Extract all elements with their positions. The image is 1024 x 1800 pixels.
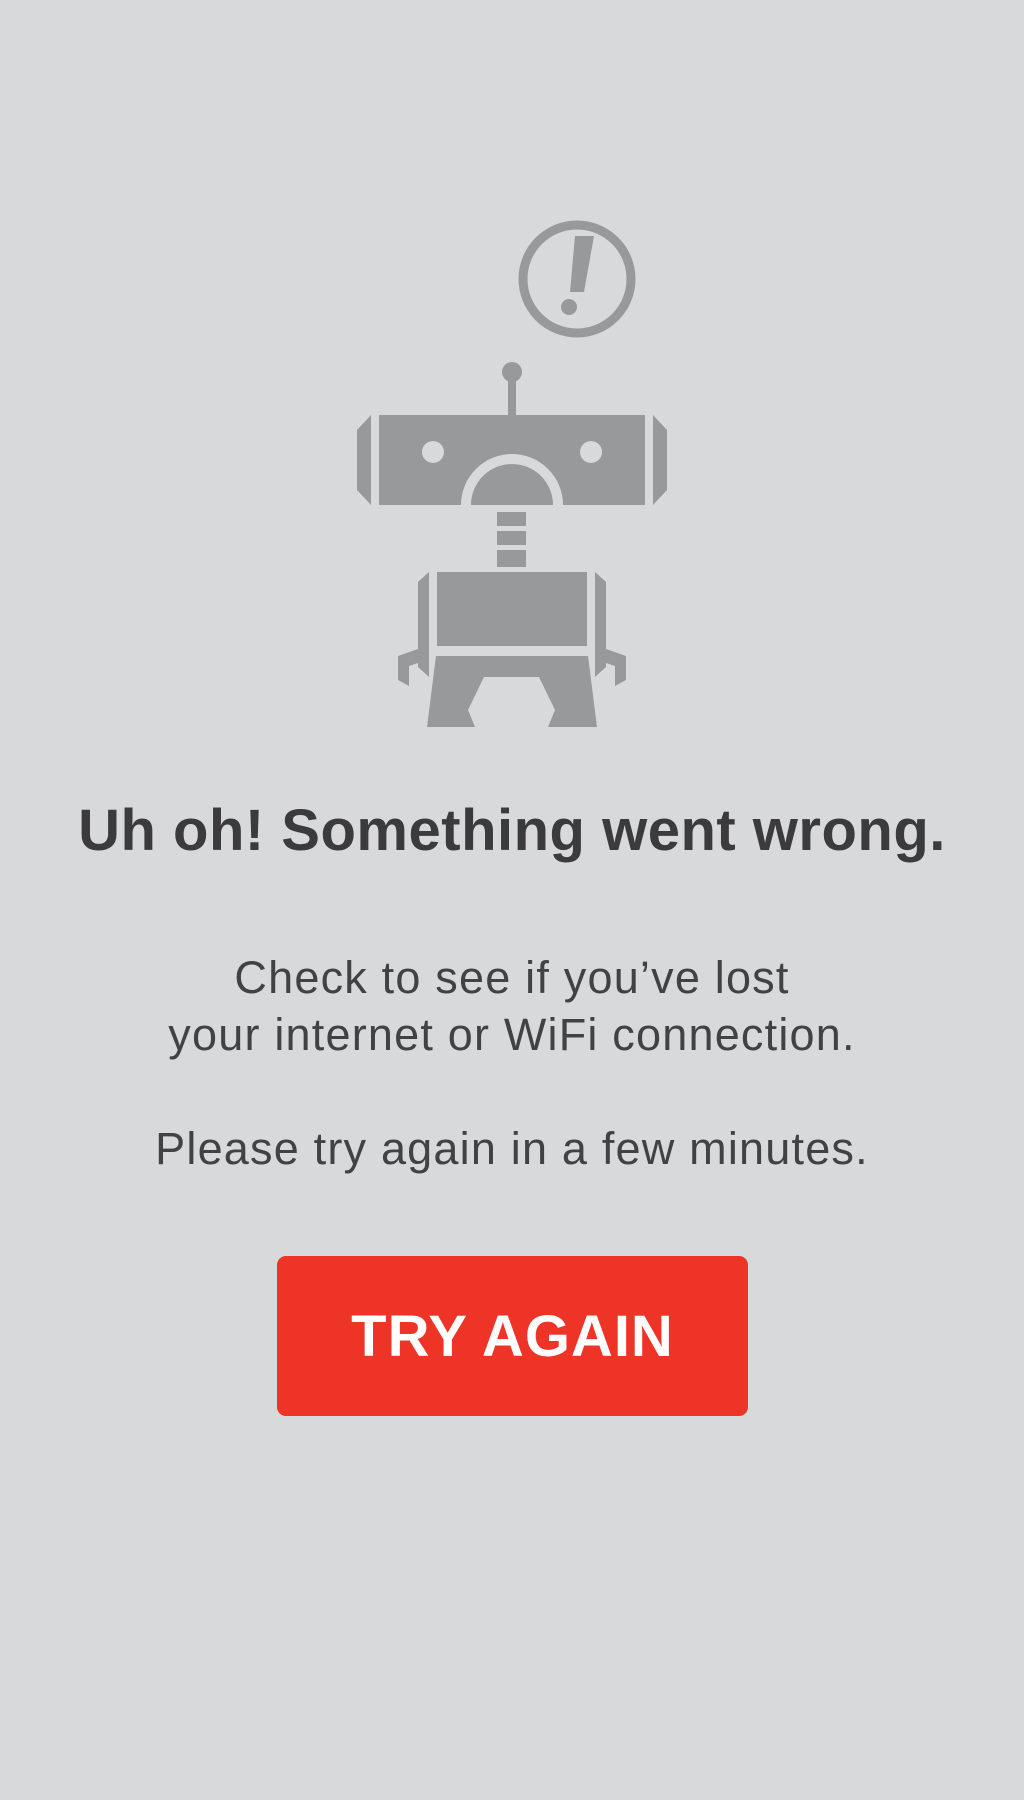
connection-message-line-1: Check to see if you’ve lost xyxy=(234,952,790,1003)
sad-robot-illustration xyxy=(357,220,667,727)
exclamation-icon xyxy=(518,220,636,338)
connection-message-line-2: your internet or WiFi connection. xyxy=(168,1009,856,1060)
try-again-button[interactable]: TRY AGAIN xyxy=(277,1256,748,1416)
connection-message: Check to see if you’ve lost your interne… xyxy=(0,949,1024,1063)
error-title: Uh oh! Something went wrong. xyxy=(78,798,946,863)
robot-icon xyxy=(357,362,667,727)
error-screen: Uh oh! Something went wrong. Check to se… xyxy=(0,0,1024,1800)
retry-message: Please try again in a few minutes. xyxy=(155,1123,869,1174)
